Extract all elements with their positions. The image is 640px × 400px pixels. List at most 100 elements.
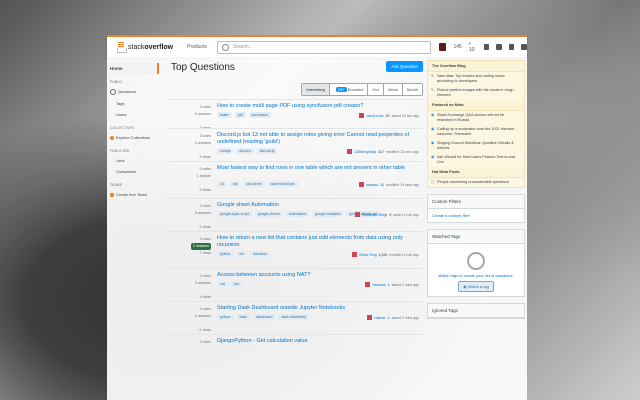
user-avatar[interactable] (347, 149, 353, 154)
watched-tags-widget: Watched Tags Watch tags to curate your l… (427, 229, 525, 297)
nav-tags[interactable]: Tags (107, 98, 159, 109)
meta-item[interactable]: Ask Wizard for New Users Feature Test is… (428, 153, 524, 167)
search-placeholder: Search... (232, 44, 253, 50)
tag-list: c# sql sql-server azure-functions (217, 181, 298, 187)
user-name[interactable]: Raminder Singh (362, 213, 387, 217)
question-title-link[interactable]: Access between accounts using NAT? (217, 272, 417, 279)
nav-questions[interactable]: Questions (107, 86, 159, 98)
meta-item[interactable]: Stack Exchange Q&A access will not be re… (428, 111, 524, 125)
answer-count: 0 answers (195, 314, 211, 318)
ask-question-button[interactable]: Ask Question (386, 61, 423, 72)
user-name[interactable]: Venessa (372, 283, 385, 287)
user-avatar[interactable] (358, 182, 364, 187)
question-meta: marsalo 11 modified 19 secs ago (358, 182, 419, 187)
meta-item[interactable]: Staging Ground Workflow: Question Detail… (428, 139, 524, 153)
question-title-link[interactable]: Most fastest way to find rows in one tab… (217, 165, 417, 172)
tag[interactable]: sql-server (243, 181, 265, 187)
question-stats: 0 votes 0 answers 3 views (167, 133, 211, 161)
user-name[interactable]: Vamit-code (366, 114, 383, 118)
user-reputation: 11 (380, 182, 384, 187)
binoculars-icon (467, 252, 485, 270)
watched-tags-text: Watch tags to curate your list of questi… (438, 273, 514, 278)
user-reputation: 92 (385, 113, 390, 118)
nav-companies[interactable]: Companies (107, 166, 159, 177)
tag-list: python list recursion (217, 251, 271, 257)
user-avatar[interactable] (365, 282, 371, 287)
answer-count: 0 answers (195, 112, 211, 116)
create-custom-filter-link[interactable]: Create a custom filter (428, 209, 524, 222)
tab-month[interactable]: Month (402, 84, 422, 95)
tag[interactable]: azure-functions (267, 181, 298, 187)
user-name[interactable]: marsalo (366, 183, 378, 187)
vote-count: 0 votes (199, 340, 211, 344)
tag[interactable]: automation (285, 211, 310, 217)
user-name[interactable]: Arthur King (359, 253, 377, 257)
user-avatar[interactable] (367, 315, 373, 320)
help-icon[interactable] (508, 44, 515, 50)
nav-section-collectives: COLLECTIVES (110, 126, 135, 130)
question-title-link[interactable]: Google sheet Automation (217, 202, 417, 209)
tag[interactable]: google-sheets (254, 211, 283, 217)
tab-interesting[interactable]: Interesting (302, 84, 330, 95)
site-switcher-icon[interactable] (521, 44, 527, 50)
nav-jobs[interactable]: Jobs (107, 155, 159, 166)
timestamp: asked 15 sec ago (391, 113, 419, 118)
hot-meta-title: Hot Meta Posts (428, 167, 524, 178)
tag[interactable]: google-apps-script (217, 211, 252, 217)
question-row: 0 votes DjangoPython - Get calculation va… (167, 334, 423, 355)
nav-section-public: PUBLIC (110, 80, 123, 84)
tag[interactable]: recursion (249, 251, 271, 257)
tag[interactable]: c# (217, 181, 227, 187)
tag-list: python dask dashboard dask-distributed (217, 314, 310, 320)
blog-item[interactable]: Picture perfect images with the modern <… (428, 86, 524, 100)
tag[interactable]: discord.js (256, 148, 278, 154)
hot-meta-item[interactable]: People answering unanswerable questions (428, 178, 524, 187)
products-menu[interactable]: Products (187, 44, 207, 50)
tag[interactable]: dashboard (252, 314, 276, 320)
user-avatar[interactable] (352, 252, 358, 257)
tag[interactable]: nodejs (217, 148, 234, 154)
tag[interactable]: google-analytics (312, 211, 344, 217)
tag[interactable]: syncfusion (248, 112, 272, 118)
user-avatar[interactable] (355, 212, 361, 217)
tag[interactable]: discord (236, 148, 254, 154)
question-title-link[interactable]: Discord.js bot 13 not able to assign rol… (217, 132, 417, 146)
blog-item[interactable]: New data: Top movies and coding music ac… (428, 72, 524, 86)
tag[interactable]: nat (217, 281, 228, 287)
user-name[interactable]: Hakner (374, 316, 385, 320)
tag[interactable]: sql (229, 181, 241, 187)
tag[interactable]: python (217, 251, 234, 257)
tag[interactable]: list (236, 251, 247, 257)
timestamp: asked 2 mins ago (391, 282, 419, 287)
search-icon (221, 43, 229, 51)
nav-users[interactable]: Users (107, 109, 159, 120)
watched-tags-title: Watched Tags (428, 230, 524, 244)
tag[interactable]: flutter (217, 112, 232, 118)
achievements-icon[interactable] (496, 44, 502, 50)
nav-home[interactable]: Home (107, 63, 159, 74)
question-stats: 0 votes 0 answers 2 views (167, 306, 211, 334)
nav-explore-collectives[interactable]: Explore Collectives (107, 132, 159, 143)
tag[interactable]: dask (236, 314, 250, 320)
stackoverflow-logo[interactable]: stackoverflow (116, 41, 173, 53)
user-avatar[interactable] (359, 113, 365, 118)
tag[interactable]: pdf (234, 112, 246, 118)
user-name[interactable]: CDBeingNinja (354, 150, 376, 154)
avatar[interactable] (439, 43, 447, 51)
tab-hot[interactable]: Hot (368, 84, 384, 95)
tab-bountied[interactable]: 297 Bountied (329, 84, 369, 95)
question-row: 0 votes 0 answers 2 views How to create mul… (167, 99, 423, 130)
watch-tag-button[interactable]: ◉ Watch a tag (458, 281, 494, 292)
question-title-link[interactable]: How to return a new list that contains j… (217, 235, 417, 249)
tag[interactable]: python (217, 314, 234, 320)
tag[interactable]: vpc (230, 281, 243, 287)
nav-create-team[interactable]: Create free Team (107, 189, 159, 200)
question-title-link[interactable]: How to create multi page PDF using syncf… (217, 103, 417, 110)
meta-item[interactable]: Calling up a moderator from the 2021 ele… (428, 125, 524, 139)
tab-week[interactable]: Week (383, 84, 403, 95)
question-title-link[interactable]: Starting Dask Dashboard outside Jupyter … (217, 305, 417, 312)
search-input[interactable]: Search... (216, 40, 432, 54)
inbox-icon[interactable] (483, 44, 490, 50)
tag[interactable]: dask-distributed (278, 314, 310, 320)
question-title-link[interactable]: DjangoPython - Get calculation value (217, 338, 417, 345)
